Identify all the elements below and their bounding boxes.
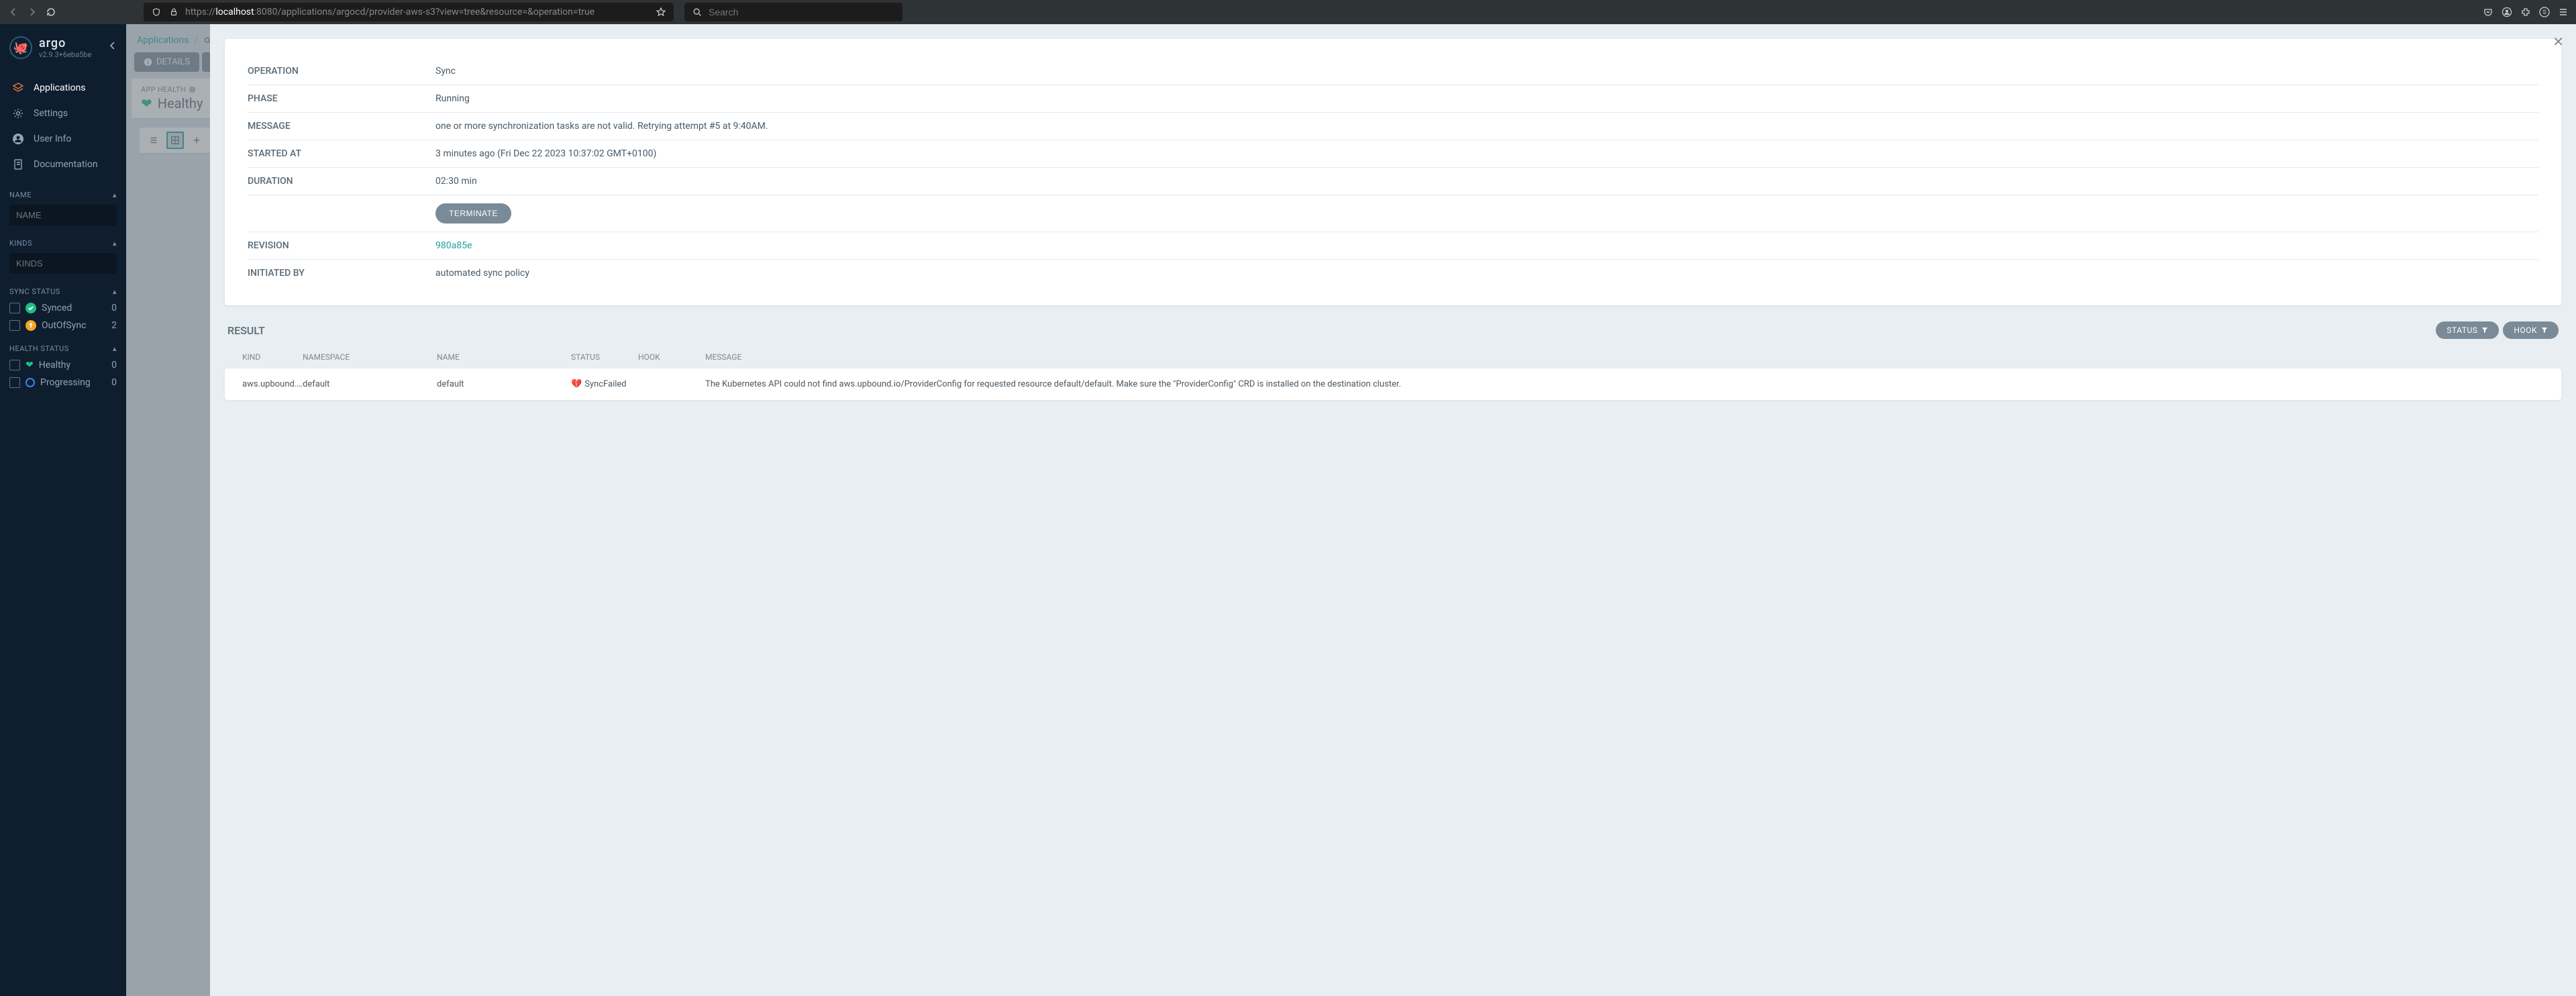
main-content: Applications / provi DETAILS D APP HEALT… [126,24,2576,996]
sidebar: 🐙 argo v2.9.3+6eba5be Applications Setti… [0,24,126,996]
hook-filter-button[interactable]: HOOK [2503,321,2559,339]
checkbox[interactable] [9,360,20,370]
collapse-sidebar-icon[interactable] [107,40,118,51]
nav-documentation[interactable]: Documentation [0,152,126,177]
revision-label: REVISION [248,240,435,251]
cell-message: The Kubernetes API could not find aws.up… [705,379,2544,389]
status-filter-button[interactable]: STATUS [2436,321,2499,339]
s-icon[interactable]: S [2538,6,2551,18]
logo-version: v2.9.3+6eba5be [39,50,91,59]
cell-kind: aws.upbound.… [242,379,303,389]
nav-label: Settings [34,108,68,119]
filter-healthy[interactable]: ❤ Healthy 0 [9,360,117,370]
nav-applications[interactable]: Applications [0,75,126,101]
gear-icon [12,107,24,119]
chevron-up-icon: ▴ [113,287,117,296]
url-bar[interactable]: https://localhost:8080/applications/argo… [144,3,674,21]
browser-toolbar: https://localhost:8080/applications/argo… [0,0,2576,24]
col-status: STATUS [571,352,638,362]
url-text: https://localhost:8080/applications/argo… [185,7,650,17]
col-name: NAME [437,352,571,362]
arrow-up-icon [25,320,36,331]
col-hook: HOOK [638,352,705,362]
message-label: MESSAGE [248,121,435,132]
chevron-up-icon: ▴ [113,191,117,199]
cell-name: default [437,379,571,389]
filter-synced[interactable]: Synced 0 [9,303,117,313]
progress-icon [25,378,35,387]
browser-search[interactable] [684,3,903,21]
message-value: one or more synchronization tasks are no… [435,121,768,132]
user-icon [12,133,24,145]
logo: 🐙 argo v2.9.3+6eba5be [0,36,126,68]
op-label: OPERATION [248,66,435,77]
initiated-value: automated sync policy [435,268,529,279]
col-kind: KIND [242,352,303,362]
argo-logo-icon: 🐙 [9,36,32,59]
filter-kinds-input[interactable] [9,253,117,274]
checkbox[interactable] [9,377,20,388]
initiated-label: INITIATED BY [248,268,435,279]
svg-text:S: S [2542,9,2546,16]
revision-link[interactable]: 980a85e [435,240,472,251]
cell-hook [638,379,705,389]
forward-button[interactable] [25,5,39,19]
close-icon[interactable]: ✕ [2553,34,2564,50]
started-value: 3 minutes ago (Fri Dec 22 2023 10:37:02 … [435,148,656,159]
back-button[interactable] [7,5,20,19]
logo-name: argo [39,36,91,50]
operation-panel-overlay: ✕ OPERATION Sync PHASE Running MESSAGE o… [126,24,2576,996]
extensions-icon[interactable] [2520,6,2532,18]
pocket-icon[interactable] [2482,6,2494,18]
filter-name-input[interactable] [9,205,117,226]
cell-status: 💔 SyncFailed [571,379,638,389]
result-row[interactable]: aws.upbound.… default default 💔 SyncFail… [225,368,2561,400]
book-icon [12,158,24,170]
heart-icon: ❤ [25,360,34,370]
op-value: Sync [435,66,456,77]
result-title: RESULT [227,324,265,337]
filter-kinds-title[interactable]: KINDS ▴ [9,239,117,248]
lock-icon [168,6,180,18]
checkbox[interactable] [9,303,20,313]
heartbreak-icon: 💔 [571,379,582,389]
checkbox[interactable] [9,320,20,331]
layers-icon [12,82,24,94]
nav-label: Documentation [34,159,98,170]
operation-panel: ✕ OPERATION Sync PHASE Running MESSAGE o… [210,24,2576,996]
operation-details-card: OPERATION Sync PHASE Running MESSAGE one… [225,39,2561,305]
filter-outofsync[interactable]: OutOfSync 2 [9,320,117,331]
star-icon[interactable] [655,6,667,18]
phase-label: PHASE [248,93,435,104]
account-icon[interactable] [2501,6,2513,18]
filter-sync-title[interactable]: SYNC STATUS ▴ [9,287,117,296]
nav-label: Applications [34,83,86,93]
reload-button[interactable] [44,5,58,19]
filter-name-title[interactable]: NAME ▴ [9,191,117,199]
browser-search-input[interactable] [709,7,896,17]
filter-health-title[interactable]: HEALTH STATUS ▴ [9,344,117,353]
result-table-header: KIND NAMESPACE NAME STATUS HOOK MESSAGE [225,346,2561,368]
nav-userinfo[interactable]: User Info [0,126,126,152]
duration-value: 02:30 min [435,176,477,187]
chevron-up-icon: ▴ [113,344,117,353]
chevron-up-icon: ▴ [113,239,117,248]
started-label: STARTED AT [248,148,435,159]
duration-label: DURATION [248,176,435,187]
shield-icon [150,6,162,18]
search-icon [691,6,703,18]
col-message: MESSAGE [705,352,2544,362]
filter-progressing[interactable]: Progressing 0 [9,377,117,388]
col-namespace: NAMESPACE [303,352,437,362]
phase-value: Running [435,93,470,104]
check-icon [25,303,36,313]
nav-label: User Info [34,134,71,144]
menu-icon[interactable] [2557,6,2569,18]
nav-settings[interactable]: Settings [0,101,126,126]
terminate-button[interactable]: TERMINATE [435,203,511,223]
cell-namespace: default [303,379,437,389]
